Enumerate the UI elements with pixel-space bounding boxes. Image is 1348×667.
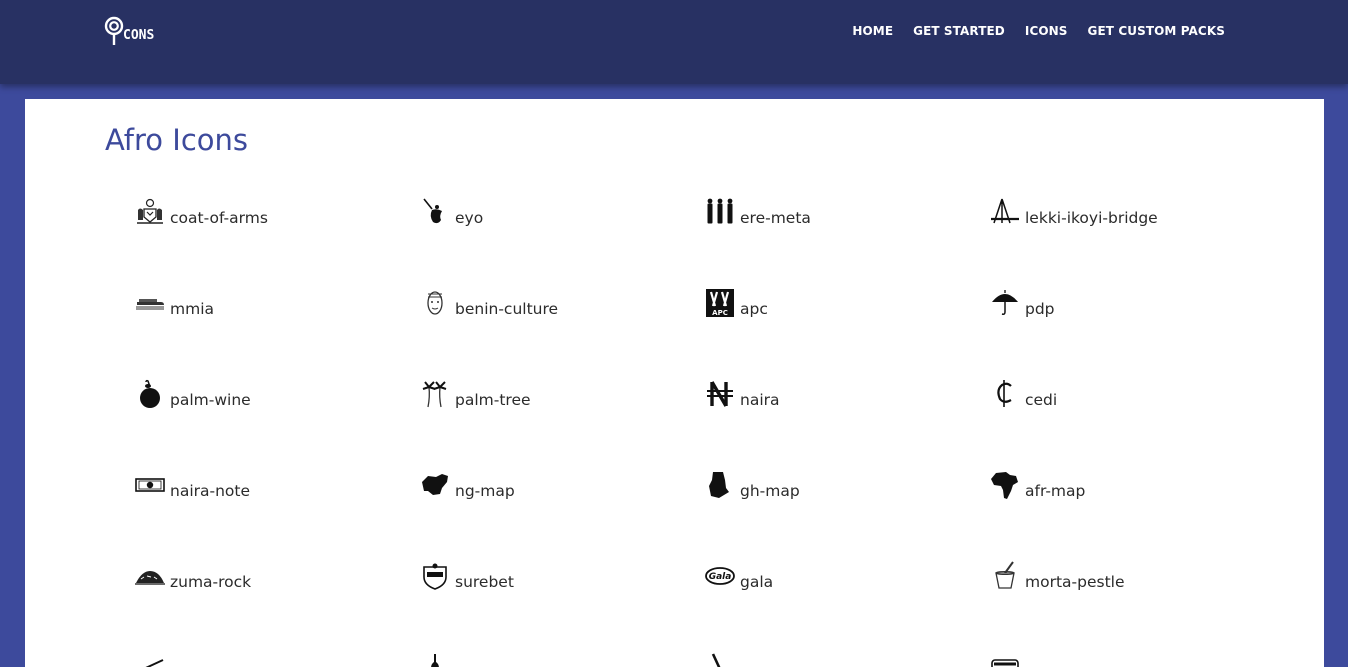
icon-label: apc — [740, 300, 768, 318]
icon-label: naira — [740, 391, 780, 409]
icon-item-palm-wine[interactable]: palm-wine — [135, 377, 251, 409]
icon-label: benin-culture — [455, 300, 559, 318]
icon-label: palm-wine — [170, 391, 251, 409]
icon-label: cedi — [1025, 391, 1058, 409]
coat-of-arms-icon — [137, 198, 163, 224]
bus-icon — [991, 659, 1019, 667]
icon-item-zuma-rock[interactable]: zuma-rock — [135, 559, 251, 591]
morta-pestle-icon — [995, 561, 1015, 589]
zuma-rock-icon — [135, 571, 165, 585]
icon-label: zuma-rock — [170, 573, 252, 591]
afr-map-icon — [991, 472, 1018, 499]
palm-wine-icon — [140, 379, 160, 408]
icon-label: gh-map — [740, 482, 800, 500]
icon-item-morta-pestle[interactable]: morta-pestle — [990, 559, 1125, 591]
benin-culture-icon — [427, 291, 443, 315]
nav-icons[interactable]: ICONS — [1025, 24, 1068, 38]
bottle-icon — [431, 654, 439, 667]
icon-item-naira[interactable]: naira — [705, 377, 780, 409]
icon-item-row6-2[interactable] — [420, 650, 450, 667]
icon-item-benin-culture[interactable]: benin-culture — [420, 286, 558, 318]
palm-tree-icon — [422, 381, 447, 408]
lekki-ikoyi-bridge-icon — [991, 198, 1019, 224]
cedi-icon — [997, 380, 1012, 407]
naira-note-icon — [135, 478, 165, 492]
icon-item-gh-map[interactable]: gh-map — [705, 468, 800, 500]
svg-text:Gala: Gala — [709, 572, 732, 582]
svg-text:APC: APC — [712, 309, 728, 317]
icon-label: mmia — [170, 300, 215, 318]
nav-get-custom-packs[interactable]: GET CUSTOM PACKS — [1088, 24, 1225, 38]
icon-item-coat-of-arms[interactable]: coat-of-arms — [135, 195, 268, 227]
icon-label: afr-map — [1025, 482, 1086, 500]
eyo-icon — [423, 198, 442, 224]
icon-label: ere-meta — [740, 209, 811, 227]
nav-get-started[interactable]: GET STARTED — [913, 24, 1005, 38]
icon-item-ng-map[interactable]: ng-map — [420, 468, 515, 500]
icon-label: morta-pestle — [1025, 573, 1125, 591]
icon-item-pdp[interactable]: pdp — [990, 286, 1055, 318]
gh-map-icon — [709, 472, 729, 498]
icon-item-row6-1[interactable] — [135, 650, 165, 667]
icon-item-surebet[interactable]: surebet — [420, 559, 514, 591]
brand-logo[interactable]: CONS — [104, 16, 154, 46]
icon-item-lekki-ikoyi-bridge[interactable]: lekki-ikoyi-bridge — [990, 195, 1158, 227]
nav-home[interactable]: HOME — [852, 24, 893, 38]
icon-label: lekki-ikoyi-bridge — [1025, 209, 1158, 227]
icon-item-gala[interactable]: Gala gala — [705, 559, 773, 591]
pdp-icon — [992, 290, 1018, 315]
stick-icon — [145, 659, 164, 667]
mmia-icon — [136, 299, 164, 310]
main-nav: HOME GET STARTED ICONS GET CUSTOM PACKS — [852, 24, 1225, 38]
icon-item-mmia[interactable]: mmia — [135, 286, 214, 318]
gala-icon: Gala — [705, 567, 735, 585]
icon-label: ng-map — [455, 482, 515, 500]
icon-item-naira-note[interactable]: naira-note — [135, 468, 250, 500]
naira-icon — [707, 381, 733, 407]
icon-item-ere-meta[interactable]: ere-meta — [705, 195, 811, 227]
icon-label: coat-of-arms — [170, 209, 268, 227]
staff-icon — [711, 653, 721, 667]
icon-item-apc[interactable]: APC apc — [705, 286, 768, 318]
icon-item-eyo[interactable]: eyo — [420, 195, 483, 227]
apc-icon: APC — [706, 289, 734, 317]
page-title: Afro Icons — [105, 123, 248, 157]
icon-label: naira-note — [170, 482, 251, 500]
icon-item-palm-tree[interactable]: palm-tree — [420, 377, 531, 409]
logo-text: CONS — [123, 28, 155, 43]
top-navbar: CONS HOME GET STARTED ICONS GET CUSTOM P… — [0, 0, 1348, 84]
ng-map-icon — [422, 474, 448, 495]
icon-item-row6-4[interactable] — [990, 650, 1020, 667]
ere-meta-icon — [707, 198, 733, 224]
icon-item-cedi[interactable]: cedi — [990, 377, 1057, 409]
icon-label: eyo — [455, 209, 484, 227]
icon-label: gala — [740, 573, 774, 591]
surebet-icon — [423, 563, 447, 590]
icon-item-row6-3[interactable] — [705, 650, 735, 667]
icon-item-afr-map[interactable]: afr-map — [990, 468, 1085, 500]
icon-label: surebet — [455, 573, 514, 591]
icon-label: pdp — [1025, 300, 1055, 318]
content-card: Afro Icons coat-of-arms eyo ere-meta lek… — [25, 99, 1324, 667]
icon-label: palm-tree — [455, 391, 531, 409]
